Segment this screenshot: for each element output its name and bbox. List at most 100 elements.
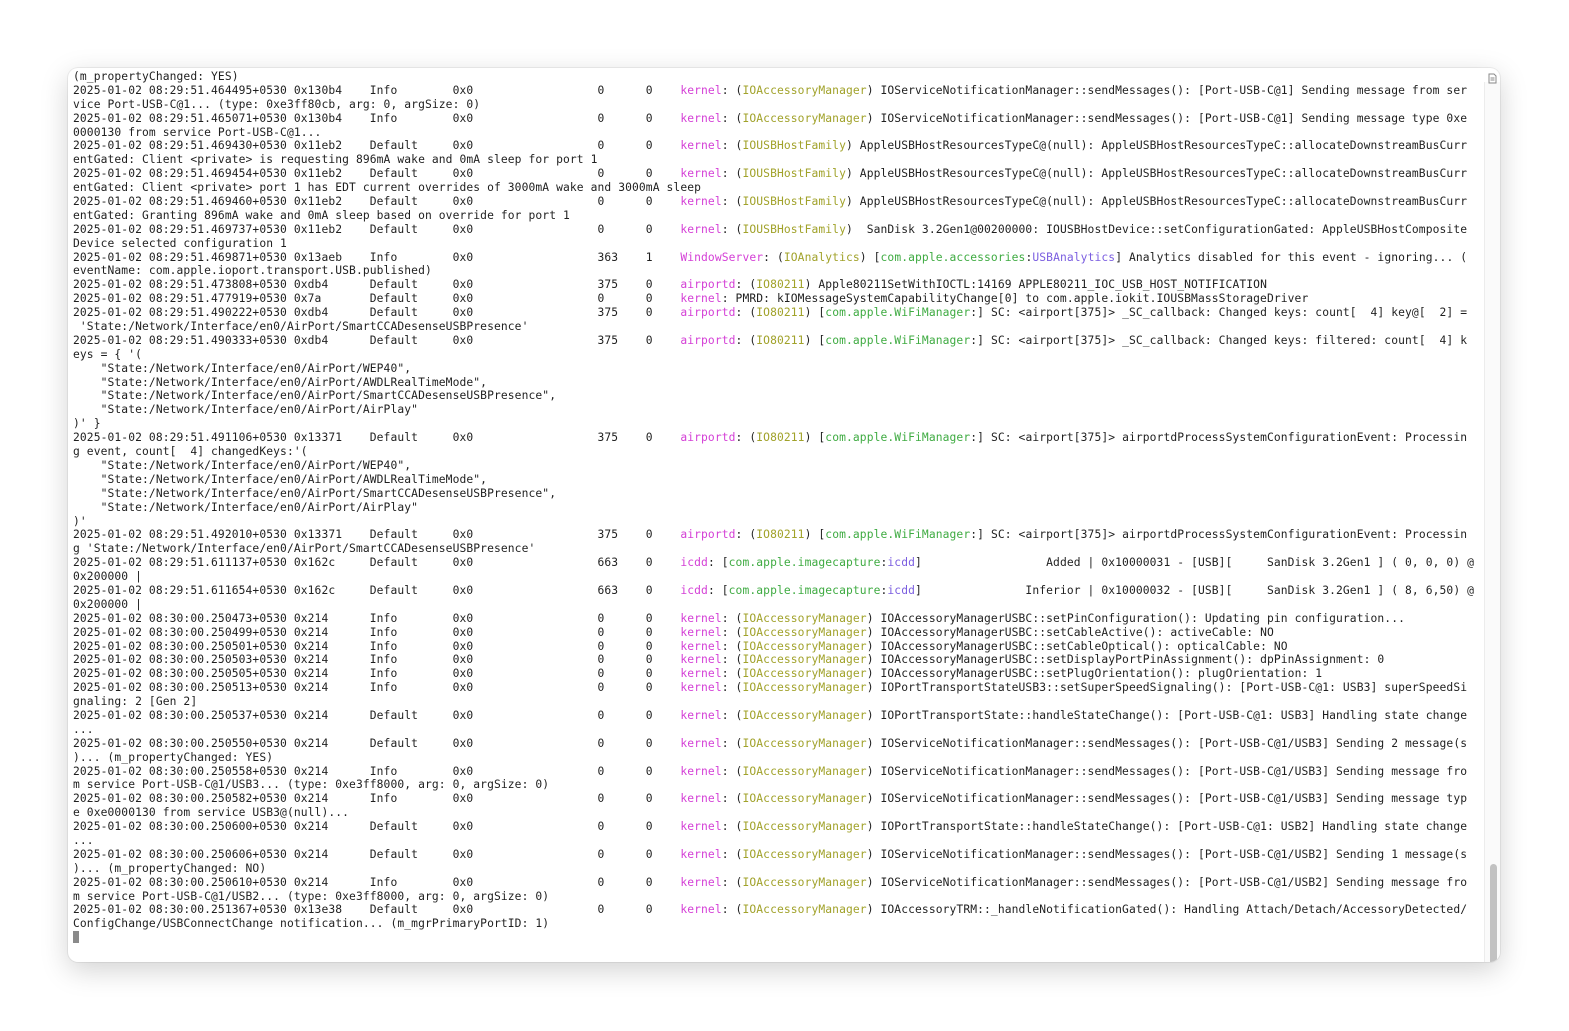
log-text: "State:/Network/Interface/en0/AirPort/Sm…	[73, 486, 557, 500]
subsystem-name: IOAccessoryManager	[742, 111, 867, 125]
process-name: kernel	[680, 111, 722, 125]
subsystem-name: IOAccessoryManager	[742, 764, 867, 778]
log-line: e 0xe0000130 from service USB3@(null)...	[73, 806, 1483, 820]
log-text: "State:/Network/Interface/en0/AirPort/Ai…	[73, 403, 419, 417]
process-name: kernel	[680, 653, 722, 667]
log-text: entGated: Client <private> port 1 has ED…	[73, 181, 702, 195]
log-text: : (	[721, 611, 743, 625]
log-text: Device selected configuration 1	[73, 236, 287, 250]
log-line: 'State:/Network/Interface/en0/AirPort/Sm…	[73, 320, 1483, 334]
vertical-scrollbar[interactable]	[1484, 82, 1500, 962]
log-text: : (	[721, 195, 743, 209]
subsystem-namespace: com.apple.WiFiManager	[825, 306, 971, 320]
log-line: "State:/Network/Interface/en0/AirPort/WE…	[73, 459, 1483, 473]
log-line: 2025-01-02 08:30:00.250606+0530 0x214 De…	[73, 848, 1483, 862]
log-text: )... (m_propertyChanged: NO)	[73, 861, 267, 875]
log-text: 2025-01-02 08:29:51.490333+0530 0xdb4 De…	[73, 333, 681, 347]
log-line: 2025-01-02 08:29:51.611137+0530 0x162c D…	[73, 556, 1483, 570]
subsystem-namespace: com.apple.WiFiManager	[825, 431, 971, 445]
log-line: 2025-01-02 08:30:00.251367+0530 0x13e38 …	[73, 903, 1483, 917]
log-text: 2025-01-02 08:30:00.250505+0530 0x214 In…	[73, 667, 681, 681]
process-name: airportd	[680, 306, 736, 320]
log-text: 2025-01-02 08:30:00.251367+0530 0x13e38 …	[73, 903, 681, 917]
log-text: "State:/Network/Interface/en0/AirPort/AW…	[73, 472, 488, 486]
log-text: : (	[721, 847, 743, 861]
scrollbar-thumb[interactable]	[1490, 864, 1497, 962]
log-line: 2025-01-02 08:29:51.469430+0530 0x11eb2 …	[73, 139, 1483, 153]
log-text: )' }	[73, 417, 101, 431]
prompt-line[interactable]	[73, 931, 1483, 945]
log-line: g 'State:/Network/Interface/en0/AirPort/…	[73, 542, 1483, 556]
log-text: 2025-01-02 08:29:51.469871+0530 0x13aeb …	[73, 250, 681, 264]
log-line: 2025-01-02 08:29:51.492010+0530 0x13371 …	[73, 528, 1483, 542]
log-line: 2025-01-02 08:30:00.250550+0530 0x214 De…	[73, 737, 1483, 751]
process-name: kernel	[680, 83, 722, 97]
process-name: airportd	[680, 278, 736, 292]
log-text: ) IOAccessoryManagerUSBC::setCableActive…	[866, 625, 1274, 639]
log-text: g event, count[ 4] changedKeys:'(	[73, 445, 308, 459]
log-text: : (	[721, 667, 743, 681]
log-text: 2025-01-02 08:30:00.250600+0530 0x214 De…	[73, 820, 681, 834]
log-line: "State:/Network/Interface/en0/AirPort/AW…	[73, 376, 1483, 390]
log-text: ) IOPortTransportStateUSB3::setSuperSpee…	[866, 681, 1468, 695]
subsystem-name: IOUSBHostFamily	[742, 195, 846, 209]
log-text: 2025-01-02 08:30:00.250503+0530 0x214 In…	[73, 653, 681, 667]
log-text: : (	[721, 625, 743, 639]
log-line: 2025-01-02 08:29:51.464495+0530 0x130b4 …	[73, 84, 1483, 98]
log-text: 2025-01-02 08:29:51.490222+0530 0xdb4 De…	[73, 306, 681, 320]
log-text: 2025-01-02 08:29:51.465071+0530 0x130b4 …	[73, 111, 681, 125]
log-text: : PMRD: kIOMessageSystemCapabilityChange…	[721, 292, 1309, 306]
log-text: ) SanDisk 3.2Gen1@00200000: IOUSBHostDev…	[846, 222, 1468, 236]
subsystem-name: IO80211	[756, 333, 805, 347]
process-name: kernel	[680, 639, 722, 653]
subsystem-name: IOAccessoryManager	[742, 653, 867, 667]
subsystem-name: IOUSBHostFamily	[742, 222, 846, 236]
subsystem-name: IOAccessoryManager	[742, 83, 867, 97]
log-line: 2025-01-02 08:29:51.491106+0530 0x13371 …	[73, 431, 1483, 445]
process-name: kernel	[680, 764, 722, 778]
log-text: ) IOAccessoryTRM::_handleNotificationGat…	[866, 903, 1468, 917]
log-text: ...	[73, 833, 94, 847]
log-line: )' }	[73, 417, 1483, 431]
process-name: kernel	[680, 903, 722, 917]
log-text: : (	[763, 250, 784, 264]
log-line: 2025-01-02 08:30:00.250505+0530 0x214 In…	[73, 667, 1483, 681]
log-line: eys = { '(	[73, 348, 1483, 362]
log-text: ) AppleUSBHostResourcesTypeC@(null): App…	[846, 167, 1468, 181]
subsystem-name: IOUSBHostFamily	[742, 139, 846, 153]
log-line: )... (m_propertyChanged: YES)	[73, 751, 1483, 765]
log-line: 2025-01-02 08:30:00.250473+0530 0x214 In…	[73, 612, 1483, 626]
log-text: 'State:/Network/Interface/en0/AirPort/Sm…	[73, 320, 529, 334]
log-text: 2025-01-02 08:30:00.250513+0530 0x214 In…	[73, 681, 681, 695]
log-line: 0x200000 |	[73, 598, 1483, 612]
log-line: "State:/Network/Interface/en0/AirPort/Ai…	[73, 501, 1483, 515]
log-text: ConfigChange/USBConnectChange notificati…	[73, 917, 550, 931]
log-line: 2025-01-02 08:30:00.250513+0530 0x214 In…	[73, 681, 1483, 695]
log-output[interactable]: (m_propertyChanged: YES) 2025-01-02 08:29…	[73, 70, 1483, 945]
log-text: ] Inferior | 0x10000032 - [USB][ SanDisk…	[915, 583, 1475, 597]
log-text: : (	[721, 903, 743, 917]
log-text: 2025-01-02 08:29:51.477919+0530 0x7a Def…	[73, 292, 681, 306]
log-line: 2025-01-02 08:29:51.469454+0530 0x11eb2 …	[73, 167, 1483, 181]
log-text: : (	[721, 639, 743, 653]
log-text: :] SC: <airport[375]> _SC_callback: Chan…	[970, 333, 1468, 347]
log-text: "State:/Network/Interface/en0/AirPort/WE…	[73, 458, 412, 472]
log-line: m service Port-USB-C@1/USB2... (type: 0x…	[73, 890, 1483, 904]
process-name: kernel	[680, 681, 722, 695]
subsystem-name: IOAccessoryManager	[742, 903, 867, 917]
log-line: "State:/Network/Interface/en0/AirPort/WE…	[73, 362, 1483, 376]
subsystem-name: IOAccessoryManager	[742, 667, 867, 681]
log-text: eys = { '(	[73, 347, 143, 361]
document-icon[interactable]	[1487, 69, 1498, 84]
log-line: "State:/Network/Interface/en0/AirPort/AW…	[73, 473, 1483, 487]
log-line: )'	[73, 515, 1483, 529]
log-text: : [	[707, 556, 729, 570]
subsystem-name: IOAccessoryManager	[742, 625, 867, 639]
subsystem-namespace: com.apple.imagecapture	[728, 583, 881, 597]
log-line: )... (m_propertyChanged: NO)	[73, 862, 1483, 876]
log-text: ) IOServiceNotificationManager::sendMess…	[866, 875, 1468, 889]
log-text: : (	[721, 820, 743, 834]
process-name: icdd	[680, 556, 708, 570]
log-line: ConfigChange/USBConnectChange notificati…	[73, 917, 1483, 931]
subsystem-name: IOAccessoryManager	[742, 820, 867, 834]
